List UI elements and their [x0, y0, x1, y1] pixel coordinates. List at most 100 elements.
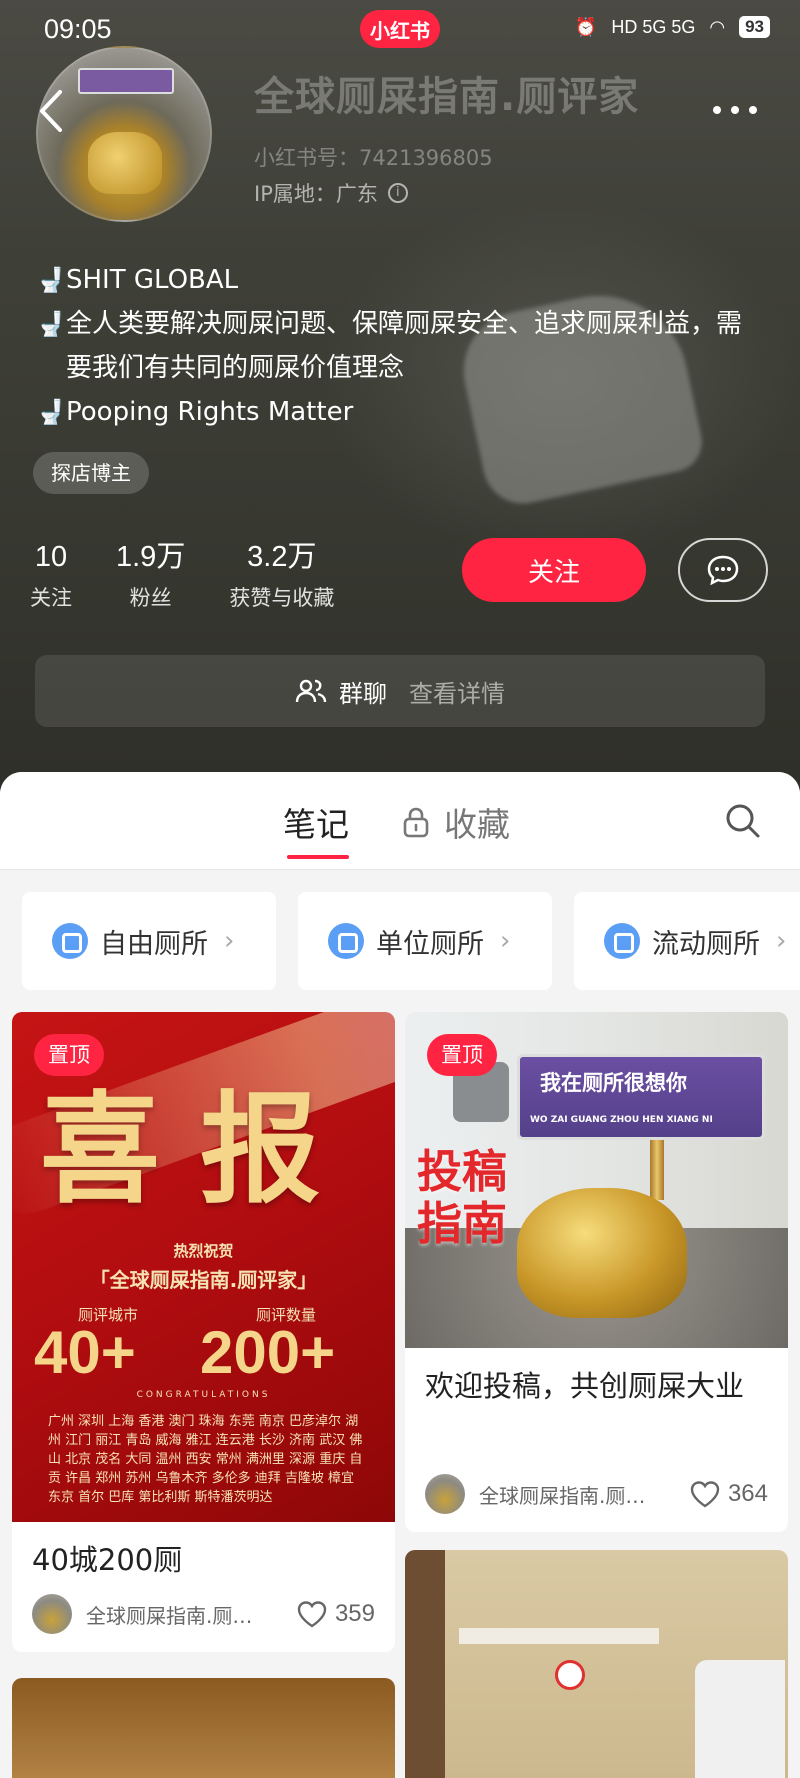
toilet-pipe [650, 1140, 664, 1200]
info-icon[interactable]: i [387, 183, 408, 203]
toilet-icon: 🚽 [36, 310, 66, 338]
cover-sign: 我在厕所很想你 WO ZAI GUANG ZHOU HEN XIANG NI [517, 1054, 765, 1140]
toilet-icon: 🚽 [36, 398, 66, 426]
profile-tag[interactable]: 探店博主 [33, 452, 149, 494]
cover-sign-text: 我在厕所很想你 [540, 1071, 687, 1095]
post-card[interactable] [12, 1678, 395, 1778]
bio: 🚽 SHIT GLOBAL 🚽 全人类要解决厕屎问题、保障厕屎安全、追求厕屎利益… [36, 258, 756, 434]
group-chat-bar[interactable]: 群聊 查看详情 [35, 655, 765, 727]
chevron-right-icon: › [224, 926, 235, 956]
status-time: 09:05 [44, 14, 112, 44]
group-chat-detail: 查看详情 [409, 679, 505, 708]
category-chip-label: 自由厕所 [100, 928, 208, 960]
follow-button[interactable]: 关注 [462, 538, 646, 602]
network-indicator: HD 5G 5G [611, 16, 696, 37]
stat-label: 粉丝 [129, 586, 172, 610]
tab-favorites[interactable]: 收藏 [402, 798, 510, 846]
cover-congrats-name: 「全球厕屎指南.厕评家」 [89, 1268, 318, 1292]
like-button[interactable]: 359 [297, 1600, 375, 1628]
pinned-badge: 置顶 [34, 1034, 104, 1076]
chevron-right-icon: › [776, 926, 787, 956]
toilet-icon: 🚽 [36, 266, 66, 294]
post-meta: 全球厕屎指南.厕评家 359 [32, 1594, 375, 1634]
post-cover [12, 1678, 395, 1778]
author-avatar[interactable] [425, 1474, 465, 1514]
door [405, 1550, 445, 1778]
cover-headline: 喜报 [40, 1079, 360, 1220]
shelf [459, 1628, 659, 1644]
post-title: 40城200厕 [32, 1543, 183, 1577]
category-chip-label: 单位厕所 [376, 928, 484, 960]
category-chip-label: 流动厕所 [652, 928, 760, 960]
post-cover: 我在厕所很想你 WO ZAI GUANG ZHOU HEN XIANG NI 投… [405, 1012, 788, 1348]
category-chip[interactable]: 自由厕所 › [22, 892, 276, 990]
stat-value: 10 [34, 541, 68, 573]
ip-location-text: IP属地：广东 [254, 182, 378, 206]
cover-congrats-en: CONGRATULATIONS [136, 1390, 271, 1400]
post-card[interactable]: 我在厕所很想你 WO ZAI GUANG ZHOU HEN XIANG NI 投… [405, 1012, 788, 1532]
pinned-badge: 置顶 [427, 1034, 497, 1076]
search-icon[interactable] [724, 802, 762, 840]
category-chips: 自由厕所 › 单位厕所 › 流动厕所 › [22, 892, 800, 990]
post-cover: 喜报 热烈祝贺 「全球厕屎指南.厕评家」 厕评城市 40+ 厕评数量 200+ … [12, 1012, 395, 1522]
tab-notes[interactable]: 笔记 [283, 798, 349, 859]
like-button[interactable]: 364 [690, 1480, 768, 1508]
red-id: 小红书号：7421396805 [254, 146, 493, 170]
like-count: 359 [334, 1600, 375, 1627]
lock-icon [403, 807, 429, 838]
bio-text: 全人类要解决厕屎问题、保障厕屎安全、追求厕屎利益，需要我们有共同的厕屎价值理念 [66, 309, 743, 383]
post-meta: 全球厕屎指南.厕评家 364 [425, 1474, 768, 1514]
collection-icon [52, 923, 88, 959]
wifi-icon: ◠ [709, 16, 726, 37]
post-card[interactable] [405, 1550, 788, 1778]
cover-sign-sub: WO ZAI GUANG ZHOU HEN XIANG NI [530, 1115, 713, 1125]
post-card[interactable]: 喜报 热烈祝贺 「全球厕屎指南.厕评家」 厕评城市 40+ 厕评数量 200+ … [12, 1012, 395, 1652]
category-chip[interactable]: 流动厕所 › [574, 892, 800, 990]
overlay-text: 投稿 指南 [417, 1145, 508, 1250]
cover-congrats-small: 热烈祝贺 [173, 1242, 234, 1260]
cover-overlay-text: 投稿 指南 [417, 1146, 507, 1250]
category-chip[interactable]: 单位厕所 › [298, 892, 552, 990]
heart-icon [297, 1601, 327, 1628]
heart-icon [690, 1481, 720, 1508]
bio-text: SHIT GLOBAL [66, 265, 239, 295]
avatar-toilet [88, 132, 162, 194]
bio-line: 🚽 Pooping Rights Matter [36, 390, 756, 434]
status-icons: ⏰ HD 5G 5G ◠ 93 [575, 16, 770, 38]
stat-label: 关注 [30, 586, 72, 610]
group-chat-title: 群聊 [339, 679, 387, 708]
battery-icon: 93 [739, 16, 770, 38]
chat-bubble-icon [707, 555, 739, 586]
alarm-icon: ⏰ [574, 16, 598, 37]
group-people-icon [295, 679, 327, 703]
stat-followers[interactable]: 1.9万 粉丝 [116, 538, 185, 612]
tab-favorites-label: 收藏 [444, 805, 510, 844]
stat-value: 1.9万 [116, 541, 186, 573]
stat-label: 获赞与收藏 [229, 586, 335, 610]
nickname: 全球厕屎指南.厕评家 [254, 74, 640, 120]
author-name[interactable]: 全球厕屎指南.厕评家 [86, 1600, 256, 1629]
content-area: 笔记 收藏 自由厕所 › 单位厕所 › 流动厕所 › 喜报 热烈祝贺 「全球厕屎… [0, 772, 800, 1778]
active-tab-indicator [287, 855, 349, 859]
bio-line: 🚽 SHIT GLOBAL [36, 258, 756, 302]
profile-stats: 10 关注 1.9万 粉丝 3.2万 获赞与收藏 [30, 538, 378, 612]
author-name[interactable]: 全球厕屎指南.厕评家 [479, 1480, 649, 1509]
like-count: 364 [727, 1480, 768, 1507]
hand-dryer [695, 1660, 785, 1778]
tab-notes-label: 笔记 [283, 805, 349, 844]
profile-header: 09:05 小红书 ⏰ HD 5G 5G ◠ 93 全球厕屎指南.厕评家 小红书… [0, 0, 800, 800]
cover-metric-value: 200+ [200, 1319, 336, 1386]
cover-metric-value: 40+ [34, 1319, 136, 1386]
more-dots-icon[interactable] [710, 100, 760, 120]
collection-icon [328, 923, 364, 959]
post-cover [405, 1550, 788, 1778]
stat-likes-favs[interactable]: 3.2万 获赞与收藏 [229, 538, 334, 612]
stat-following[interactable]: 10 关注 [30, 538, 72, 612]
cover-cities: 广州 深圳 上海 香港 澳门 珠海 东莞 南京 巴彦淖尔 湖州 江门 丽江 青岛… [48, 1414, 363, 1505]
author-avatar[interactable] [32, 1594, 72, 1634]
back-arrow-icon[interactable] [34, 86, 68, 136]
post-title: 欢迎投稿，共创厕屎大业 [425, 1369, 745, 1403]
bio-text: Pooping Rights Matter [66, 397, 354, 427]
message-button[interactable] [678, 538, 768, 602]
golden-toilet [517, 1188, 687, 1318]
